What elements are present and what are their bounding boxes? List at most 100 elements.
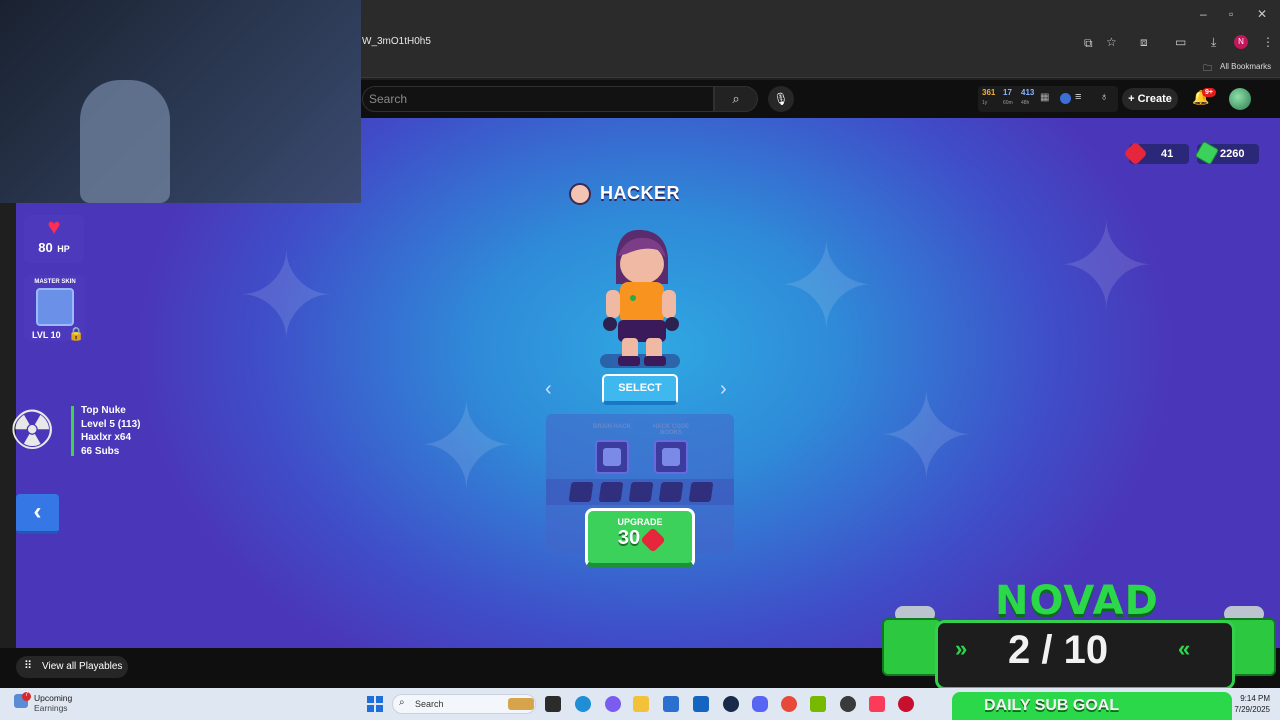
copilot-icon[interactable] <box>605 696 621 712</box>
search-button[interactable]: ⌕ <box>714 86 758 112</box>
sub-goal-count: 2 / 10 <box>1008 628 1109 672</box>
character-name: HACKER <box>600 183 681 203</box>
avatar[interactable] <box>1229 88 1251 110</box>
upgrade-label: UPGRADE <box>617 517 663 527</box>
file-explorer-icon[interactable] <box>633 696 649 712</box>
task-view-icon[interactable] <box>545 696 561 712</box>
list-icon[interactable]: ≡ <box>1075 91 1081 103</box>
start-icon[interactable] <box>367 696 383 712</box>
gem-icon <box>640 527 666 553</box>
star-icon[interactable]: ☆ <box>1106 35 1117 49</box>
hp-unit: HP <box>57 244 70 254</box>
back-button[interactable]: ‹ <box>16 494 59 534</box>
character-portrait-icon <box>569 183 591 205</box>
tab-search-icon[interactable]: ▭ <box>1175 35 1186 49</box>
top-nuke-title: Top Nuke <box>81 405 126 416</box>
menu-icon[interactable]: ⋮ <box>1262 35 1274 49</box>
stat-60m: 17 60m <box>1003 88 1013 106</box>
sub-goal-label: DAILY SUB GOAL <box>984 697 1120 714</box>
stat-48h: 413 48h <box>1021 88 1035 106</box>
search-highlight-icon <box>508 698 534 710</box>
extensions-icon[interactable]: ⧈ <box>1140 35 1148 50</box>
nvidia-icon[interactable] <box>810 696 826 712</box>
gem-count: 41 <box>1161 148 1174 160</box>
top-nuke-level: Level 5 (113) <box>81 418 141 430</box>
perk-label-brain-hack: BRAIN HACK <box>593 424 631 430</box>
search-input[interactable]: Search <box>369 92 407 106</box>
folder-icon: 🗀 <box>1203 63 1213 73</box>
steam-icon[interactable] <box>723 696 739 712</box>
shuriken-bg-icon: ✦ <box>416 380 517 514</box>
clock-time: 9:14 PM <box>1240 694 1270 703</box>
next-character-arrow[interactable]: › <box>720 378 727 401</box>
level-pip <box>628 482 654 502</box>
grid-icon[interactable]: ▦ <box>1040 92 1049 103</box>
top-nuke-subs: 66 Subs <box>81 445 120 457</box>
notification-badge: 9+ <box>1202 88 1216 97</box>
search-icon: ⌕ <box>399 697 405 708</box>
level-pip <box>688 482 714 502</box>
level-pip <box>568 482 594 502</box>
edge-icon[interactable] <box>575 696 591 712</box>
lock-icon: 🔒 <box>68 326 85 341</box>
widgets-text[interactable]: Upcoming Earnings <box>34 693 72 713</box>
install-icon[interactable]: ⧉ <box>1084 36 1093 51</box>
stats-widget[interactable]: 361 1y 17 60m 413 48h ▦ ≡ ♁ <box>978 86 1118 112</box>
discord-icon[interactable] <box>752 696 768 712</box>
bulb-icon[interactable]: ♁ <box>1100 91 1108 103</box>
chrome-icon[interactable] <box>781 696 797 712</box>
create-button[interactable]: + Create <box>1122 88 1178 110</box>
level-pip <box>658 482 684 502</box>
hp-card: ♥ 80 HP <box>24 215 84 263</box>
store-icon[interactable] <box>663 696 679 712</box>
extension-icon[interactable] <box>1060 93 1071 104</box>
webcam-overlay <box>0 0 361 203</box>
upgrade-button[interactable]: UPGRADE 30 <box>585 508 695 568</box>
app-icon[interactable] <box>898 696 914 712</box>
all-bookmarks-link[interactable]: All Bookmarks <box>1220 62 1271 71</box>
level-pip <box>598 482 624 502</box>
maximize-icon[interactable]: ▫ <box>1229 7 1233 21</box>
cash-count: 2260 <box>1220 148 1245 160</box>
clock-date: 7/29/2025 <box>1234 705 1270 714</box>
plus-icon: + <box>1128 93 1138 105</box>
streamer-figure <box>80 80 170 203</box>
search-icon: ⌕ <box>732 91 740 106</box>
hp-value: 80 <box>38 240 53 255</box>
shuriken-bg-icon: ✦ <box>236 230 337 364</box>
shuriken-bg-icon: ✦ <box>776 220 877 354</box>
master-skin-title: MASTER SKIN <box>34 279 76 285</box>
radiation-icon: ☢ <box>8 401 57 461</box>
minimize-icon[interactable]: – <box>1200 7 1207 21</box>
character-figure <box>603 229 679 366</box>
obs-icon[interactable] <box>840 696 856 712</box>
search-box[interactable] <box>362 86 714 112</box>
nuke-accent-bar <box>71 406 74 456</box>
music-icon[interactable] <box>869 696 885 712</box>
previous-character-arrow[interactable]: ‹ <box>545 378 552 401</box>
select-button[interactable]: SELECT <box>602 374 678 405</box>
mic-icon: 🎙 <box>773 92 789 106</box>
mic-button[interactable]: 🎙 <box>768 86 794 112</box>
perk-slot-brain-hack[interactable] <box>595 440 629 474</box>
sub-goal-name: NOVAD <box>995 578 1159 624</box>
profile-avatar[interactable]: N <box>1234 35 1248 49</box>
taskbar-clock[interactable]: 9:14 PM 7/29/2025 <box>1210 693 1270 715</box>
outlook-icon[interactable] <box>693 696 709 712</box>
close-icon[interactable]: ✕ <box>1257 7 1267 21</box>
shuriken-bg-icon: ✦ <box>1056 200 1157 334</box>
url-text[interactable]: W_3mO1tH0h5 <box>362 36 431 47</box>
upgrade-cost: 30 <box>617 527 641 549</box>
top-nuke-info: Top Nuke Level 5 (113) Haxlxr x64 66 Sub… <box>81 404 140 458</box>
view-all-playables-button[interactable]: View all Playables <box>16 656 128 678</box>
stat-1y: 361 1y <box>982 88 996 106</box>
perk-slot-hack-code-books[interactable] <box>654 440 688 474</box>
download-icon[interactable]: ⤓ <box>1211 35 1216 50</box>
chevron-right-icon: » <box>955 636 968 661</box>
shuriken-bg-icon: ✦ <box>876 370 977 504</box>
heart-icon: ♥ <box>47 214 61 239</box>
widgets-badge: 7 <box>22 692 31 701</box>
grid-dots-icon: ⠿ <box>24 660 33 672</box>
top-nuke-user: Haxlxr x64 <box>81 432 132 443</box>
master-skin-level: LVL 10 <box>32 330 61 340</box>
